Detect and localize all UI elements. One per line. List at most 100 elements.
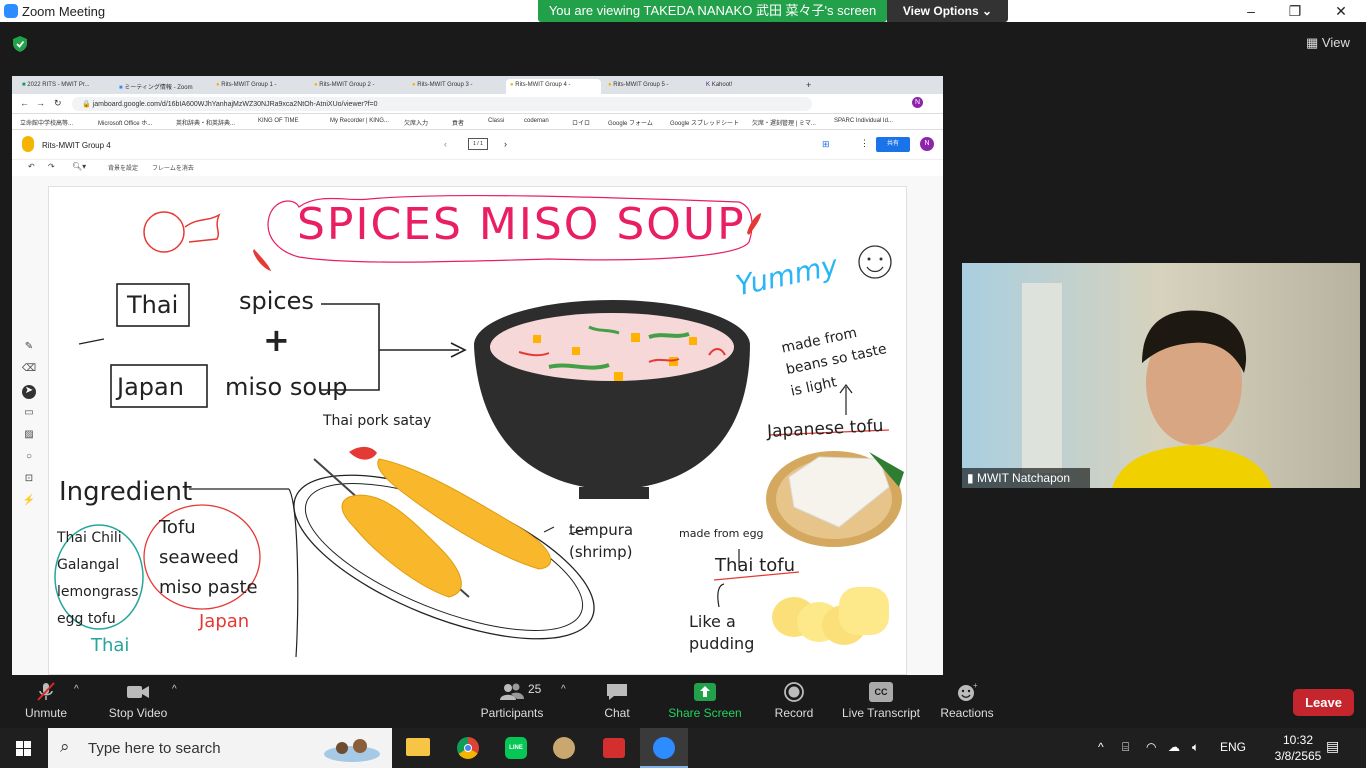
url-input[interactable]: 🔒 jamboard.google.com/d/16bIA600WJhYanha… — [72, 97, 812, 111]
forward-icon[interactable]: → — [36, 98, 45, 108]
bookmark[interactable]: Google スプレッドシート — [670, 118, 739, 127]
camera-app[interactable] — [590, 728, 638, 768]
file-explorer-app[interactable] — [394, 728, 442, 768]
pen-icon[interactable]: ✎ — [22, 341, 36, 355]
notifications-icon[interactable]: ▤ — [1326, 738, 1339, 755]
wifi-icon[interactable]: ◠ — [1146, 740, 1156, 754]
bookmark[interactable]: 立命館中学校高等... — [20, 118, 73, 127]
tab-label: Rits-MWIT Group 1 - — [221, 82, 277, 88]
chat-button[interactable]: Chat — [596, 682, 638, 720]
browser-tab[interactable]: ● Rits-MWIT Group 5 - — [604, 79, 699, 94]
browser-tab[interactable]: ● Rits-MWIT Group 2 - — [310, 79, 405, 94]
bookmark[interactable]: 貢者 — [452, 118, 464, 127]
jamboard-doc-title[interactable]: Rits-MWIT Group 4 — [42, 141, 111, 150]
zoom-app[interactable] — [640, 728, 688, 768]
new-tab-button[interactable]: + — [804, 79, 818, 94]
bookmark[interactable]: codeman — [524, 118, 549, 124]
minimize-icon[interactable]: – — [1236, 2, 1266, 20]
reactions-button[interactable]: + Reactions — [938, 682, 996, 720]
bookmark[interactable]: 英和辞典・和英辞典... — [176, 118, 235, 127]
paint-app[interactable] — [540, 728, 588, 768]
miso-soup-text: miso soup — [225, 373, 348, 401]
plus-text: + — [263, 321, 290, 359]
participant-name: MWIT Natchapon — [976, 471, 1071, 485]
video-options-chevron-icon[interactable]: ^ — [172, 684, 177, 695]
bookmark[interactable]: 欠席入力 — [404, 118, 428, 127]
close-icon[interactable]: ✕ — [1326, 2, 1356, 20]
ingredient-item: Tofu — [159, 517, 196, 538]
image-icon[interactable]: ▨ — [22, 429, 36, 443]
textbox-icon[interactable]: ⊡ — [22, 473, 36, 487]
record-icon — [784, 682, 804, 702]
undo-icon[interactable]: ↶ — [28, 162, 35, 171]
unmute-button[interactable]: Unmute — [22, 682, 70, 720]
redo-icon[interactable]: ↷ — [48, 162, 55, 171]
participants-options-chevron-icon[interactable]: ^ — [561, 684, 566, 695]
jamboard-canvas[interactable]: SPICES MISO SOUP Yummy Thai Japan spices… — [48, 186, 907, 675]
restore-icon[interactable]: ❐ — [1280, 2, 1310, 20]
frame-indicator[interactable]: 1 / 1 — [468, 138, 488, 150]
browser-tab[interactable]: K Kahoot! — [702, 79, 797, 94]
device-icon[interactable]: ⌸ — [1122, 740, 1129, 755]
browser-tab-active[interactable]: ● Rits-MWIT Group 4 - — [506, 79, 601, 94]
participant-video[interactable] — [962, 263, 1360, 488]
set-background-button[interactable]: 背景を設定 — [108, 163, 138, 172]
browser-tab[interactable]: ■ ミーティング情報 - Zoom — [115, 79, 210, 94]
bookmark[interactable]: KING OF TIME — [258, 118, 299, 124]
view-options-label: View Options — [902, 4, 979, 18]
reload-icon[interactable]: ↻ — [54, 98, 62, 109]
eraser-icon[interactable]: ⌫ — [22, 363, 36, 377]
user-avatar[interactable]: N — [920, 137, 934, 151]
browser-tab[interactable]: ● Rits-MWIT Group 1 - — [212, 79, 307, 94]
chrome-app[interactable] — [444, 728, 492, 768]
jamboard-logo-icon — [22, 136, 34, 152]
bookmark[interactable]: SPARC Individual Id... — [834, 118, 893, 124]
volume-icon[interactable]: 🔈︎ — [1192, 740, 1199, 755]
taskbar-search-input[interactable]: ⌕ Type here to search — [48, 728, 392, 768]
live-transcript-button[interactable]: CC Live Transcript — [840, 682, 922, 720]
prev-frame-icon[interactable]: ‹ — [444, 139, 447, 149]
drawing-title: SPICES MISO SOUP — [297, 199, 746, 250]
sticky-note-icon[interactable]: ▭ — [22, 407, 36, 421]
stop-video-button[interactable]: Stop Video — [106, 682, 170, 720]
bookmark[interactable]: Google フォーム — [608, 118, 653, 127]
more-icon[interactable]: ⋮ — [860, 138, 869, 149]
next-frame-icon[interactable]: › — [504, 139, 507, 149]
record-button[interactable]: Record — [772, 682, 816, 720]
select-icon[interactable]: ➤ — [22, 385, 36, 399]
circle-icon[interactable]: ○ — [22, 451, 36, 465]
window-title: Zoom Meeting — [22, 4, 106, 19]
security-shield-icon[interactable] — [11, 35, 29, 53]
taskbar-clock[interactable]: 10:32 3/8/2565 — [1270, 732, 1326, 764]
share-button[interactable]: 共有 — [876, 137, 910, 152]
add-frame-icon[interactable]: ⊞ — [822, 139, 830, 150]
view-button[interactable]: ▦ View — [1306, 35, 1350, 51]
language-indicator[interactable]: ENG — [1220, 740, 1246, 754]
view-options-button[interactable]: View Options ⌄ — [887, 0, 1008, 22]
cloud-icon[interactable]: ☁ — [1168, 740, 1180, 754]
leave-button[interactable]: Leave — [1293, 689, 1354, 716]
bookmark[interactable]: 欠席・遅刻管理 | ミマ... — [752, 118, 816, 127]
share-screen-button[interactable]: Share Screen — [668, 682, 742, 720]
tab-label: Rits-MWIT Group 4 - — [515, 82, 571, 88]
profile-avatar[interactable]: N — [912, 97, 923, 108]
clear-frame-button[interactable]: フレームを消去 — [152, 163, 194, 172]
windows-start-icon[interactable] — [0, 728, 48, 768]
browser-tab[interactable]: ● Rits-MWIT Group 3 - — [408, 79, 503, 94]
jamboard-header: Rits-MWIT Group 4 ‹ 1 / 1 › ⊞ ⋮ 共有 N — [12, 130, 943, 160]
sheets-icon: ■ — [22, 82, 26, 88]
bookmark[interactable]: My Recorder | KING... — [330, 118, 389, 124]
bookmark[interactable]: Microsoft Office ホ... — [98, 118, 152, 127]
windows-taskbar: ⌕ Type here to search LINE ^ ⌸ ◠ ☁ 🔈︎ EN… — [0, 728, 1366, 768]
line-app[interactable]: LINE — [492, 728, 540, 768]
back-icon[interactable]: ← — [20, 98, 29, 108]
browser-tab[interactable]: ■ 2022 RITS - MWIT Pr... — [18, 79, 113, 94]
tray-chevron-icon[interactable]: ^ — [1098, 740, 1104, 754]
laser-icon[interactable]: ⚡ — [22, 495, 36, 509]
line-icon: LINE — [505, 737, 527, 759]
chat-label: Chat — [604, 706, 630, 720]
audio-options-chevron-icon[interactable]: ^ — [74, 684, 79, 695]
bookmark[interactable]: ロイロ — [572, 118, 590, 127]
zoom-icon[interactable]: 🔍︎▾ — [72, 162, 86, 171]
bookmark[interactable]: Classi — [488, 118, 504, 124]
